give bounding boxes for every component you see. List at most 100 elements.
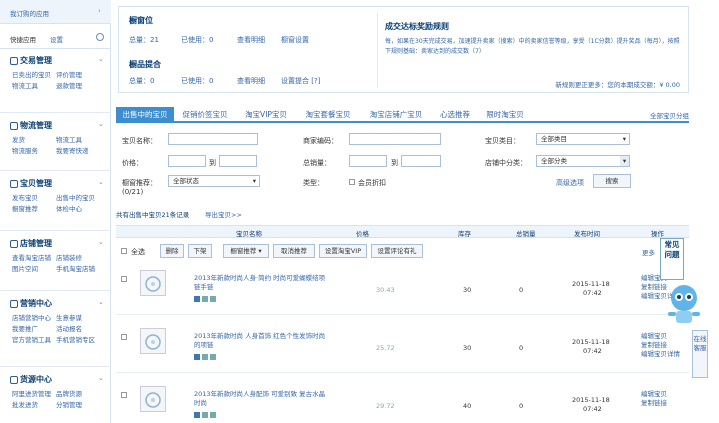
sidebar-link[interactable]: 分销管理: [56, 399, 82, 409]
showcase-details-link[interactable]: 查看明细: [237, 76, 265, 86]
table-row: 2013年新款时尚人身·简约 时尚可爱蝴蝶结项链手链 30.43 30 0 2015-1…: [116, 260, 689, 315]
sidebar-link[interactable]: 发货: [12, 134, 25, 144]
sidebar-link[interactable]: 我要推广: [12, 323, 38, 333]
col-sales[interactable]: 总销量: [516, 228, 536, 238]
col-date[interactable]: 发布时间: [574, 228, 600, 238]
table-header: 宝贝名称 价格 库存 总销量 发布时间 操作: [116, 225, 689, 238]
tab-3[interactable]: 淘宝套餐宝贝: [298, 107, 358, 122]
chevron-down-icon[interactable]: ⌄: [98, 120, 104, 128]
tab-2[interactable]: 淘宝VIP宝贝: [236, 107, 296, 122]
sidebar-link[interactable]: 查看淘宝店铺: [12, 252, 51, 262]
sales-min-input[interactable]: [349, 155, 387, 167]
sidebar-link[interactable]: 物流服务: [12, 145, 38, 155]
chevron-down-icon[interactable]: ⌄: [98, 374, 104, 382]
window-details-link[interactable]: 查看明细: [237, 35, 265, 45]
sidebar-my-apps[interactable]: 我订购的应用 ›: [0, 0, 111, 24]
showcase-settings-link[interactable]: 设置提合 [?]: [281, 76, 320, 86]
chevron-down-icon[interactable]: ⌄: [98, 238, 104, 246]
select-all-checkbox[interactable]: [121, 248, 127, 254]
row-op-link[interactable]: 编辑宝贝: [641, 332, 667, 341]
sidebar-link[interactable]: 已卖出的宝贝: [12, 69, 51, 79]
sidebar-link[interactable]: 生意参谋: [56, 312, 82, 322]
my-apps-label[interactable]: 我订购的应用: [10, 8, 49, 18]
set-vip-button[interactable]: 设置淘宝VIP: [319, 244, 367, 258]
row-op-link[interactable]: 复制链接: [641, 341, 667, 350]
tab-6[interactable]: 限时淘宝贝: [478, 107, 532, 122]
sidebar-link[interactable]: 阿里进货管理: [12, 388, 51, 398]
filter-code-input[interactable]: [349, 133, 441, 145]
sidebar-link[interactable]: 橱窗推荐: [12, 203, 38, 213]
sidebar-section-title[interactable]: 交易管理: [10, 55, 52, 66]
product-thumbnail[interactable]: [140, 270, 166, 296]
delete-button[interactable]: 删除: [160, 244, 184, 258]
sidebar-link[interactable]: 品牌货源: [56, 388, 82, 398]
reward-more-link[interactable]: 新规则更正更多：您的本期成交额：¥ 0.00: [555, 79, 680, 89]
all-groups-link[interactable]: 全部宝贝分组: [650, 110, 689, 120]
sales-max-input[interactable]: [401, 155, 441, 167]
chevron-down-icon[interactable]: ⌄: [98, 298, 104, 306]
filter-name-input[interactable]: [168, 133, 258, 145]
chevron-down-icon[interactable]: ⌄: [98, 55, 104, 63]
sidebar-link[interactable]: 店铺营销中心: [12, 312, 51, 322]
sidebar-link[interactable]: 批发进货: [12, 399, 38, 409]
row-checkbox[interactable]: [121, 392, 127, 398]
advanced-options-link[interactable]: 高级选项: [556, 178, 584, 188]
online-service-tab[interactable]: 在线客服: [692, 330, 708, 378]
sidebar-link[interactable]: 店铺装修: [56, 252, 82, 262]
delist-button[interactable]: 下架: [188, 244, 212, 258]
row-op-link[interactable]: 复制链接: [641, 399, 667, 408]
row-checkbox[interactable]: [121, 276, 127, 282]
sidebar-link[interactable]: 官方营销工具: [12, 334, 51, 344]
quick-apps-settings[interactable]: 设置: [50, 34, 63, 44]
chevron-right-icon[interactable]: ›: [98, 7, 101, 15]
chevron-down-icon[interactable]: ⌄: [98, 178, 104, 186]
recommend-button[interactable]: 橱窗推荐 ▾: [223, 244, 269, 258]
more-ops-link[interactable]: 更多: [642, 247, 655, 257]
price-min-input[interactable]: [168, 155, 206, 167]
sidebar-link[interactable]: 发布宝贝: [12, 192, 38, 202]
sidebar-link[interactable]: 体检中心: [56, 203, 82, 213]
sidebar-link[interactable]: 出售中的宝贝: [56, 192, 95, 202]
sidebar-link[interactable]: 手机淘宝店铺: [56, 263, 95, 273]
tab-0[interactable]: 出售中的宝贝: [116, 107, 174, 122]
tab-4[interactable]: 淘宝店铺广宝贝: [360, 107, 432, 122]
tab-1[interactable]: 促销价签宝贝: [176, 107, 234, 122]
export-link[interactable]: 导出宝贝>>: [205, 209, 242, 219]
price-max-input[interactable]: [219, 155, 257, 167]
sidebar-section-title[interactable]: 货源中心: [10, 374, 52, 385]
filter-cat-select[interactable]: 全部类目 ▾: [536, 133, 630, 145]
row-checkbox[interactable]: [121, 334, 127, 340]
sidebar-section-title[interactable]: 物流管理: [10, 120, 52, 131]
settings-icon[interactable]: [96, 33, 104, 41]
sidebar-link[interactable]: 物流工具: [56, 134, 82, 144]
product-thumbnail[interactable]: [140, 328, 166, 354]
sidebar-link[interactable]: 图片空间: [12, 263, 38, 273]
tab-5[interactable]: 心选推荐: [434, 107, 476, 122]
sidebar-link[interactable]: 手机营销专区: [56, 334, 95, 344]
window-settings-link[interactable]: 橱窗设置: [281, 35, 309, 45]
sidebar-section-title[interactable]: 宝贝管理: [10, 178, 52, 189]
sidebar-link[interactable]: 评价管理: [56, 69, 82, 79]
set-review-gift-button[interactable]: 设置评论有礼: [371, 244, 423, 258]
product-thumbnail[interactable]: [140, 386, 166, 412]
row-op-link[interactable]: 编辑宝贝: [641, 390, 667, 399]
col-stock[interactable]: 库存: [458, 228, 471, 238]
col-price[interactable]: 价格: [356, 228, 369, 238]
filter-status-select[interactable]: 全部状态 ▾: [168, 175, 260, 187]
sidebar-section-title[interactable]: 营销中心: [10, 298, 52, 309]
product-title-link[interactable]: 2013年新款时尚人身配饰 可爱别致 复古水晶 时尚: [194, 390, 329, 408]
sidebar-link[interactable]: 物流工具: [12, 80, 38, 90]
faq-widget[interactable]: 常见问题: [660, 238, 684, 280]
product-title-link[interactable]: 2013年新款时尚 人身首饰 红色个性发饰时尚的项链: [194, 332, 329, 350]
sidebar-link[interactable]: 我要寄快递: [56, 145, 89, 155]
product-title-link[interactable]: 2013年新款时尚人身·简约 时尚可爱蝴蝶结项链手链: [194, 274, 329, 292]
sidebar-link[interactable]: 退款管理: [56, 80, 82, 90]
search-button[interactable]: 搜索: [593, 174, 631, 188]
vip-checkbox[interactable]: [349, 179, 355, 185]
cancel-recommend-button[interactable]: 取消推荐: [273, 244, 315, 258]
filter-shopcat-select[interactable]: 全部分类 ▾: [536, 155, 630, 167]
row-op-link[interactable]: 编辑宝贝详情: [641, 350, 680, 359]
sidebar-section-title[interactable]: 店铺管理: [10, 238, 52, 249]
robot-mascot-icon[interactable]: [664, 282, 704, 328]
sidebar-link[interactable]: 活动报名: [56, 323, 82, 333]
